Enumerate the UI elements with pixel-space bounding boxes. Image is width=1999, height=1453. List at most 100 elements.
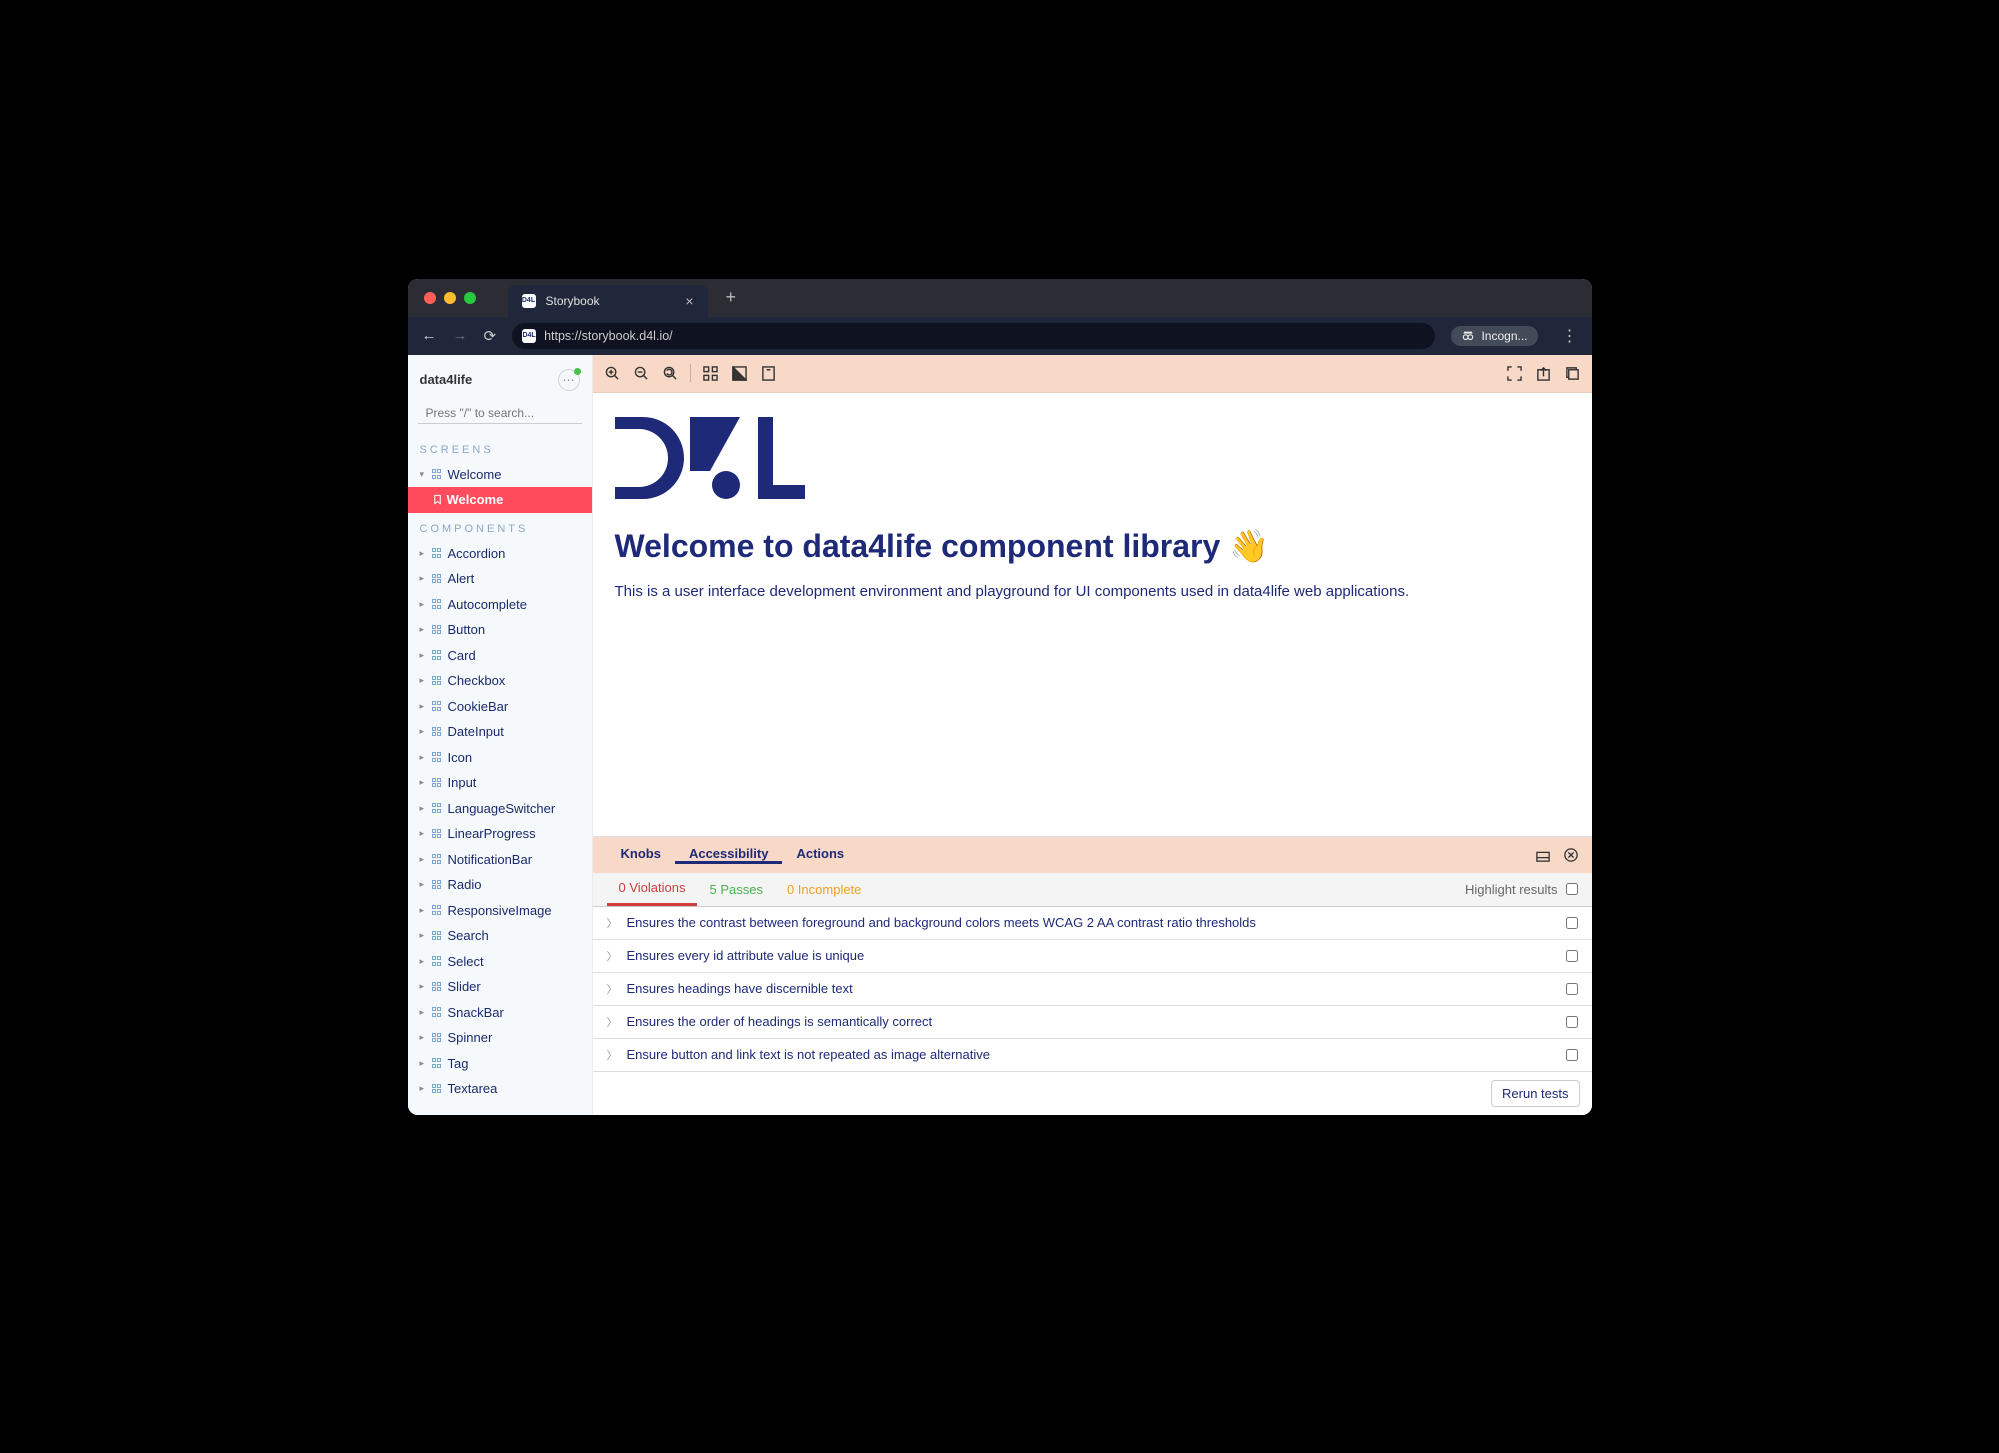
chevron-right-icon: 〉 [607, 915, 617, 931]
component-icon [432, 469, 442, 479]
viewport-button[interactable] [761, 366, 776, 381]
sidebar-item-label: DateInput [448, 722, 504, 742]
sidebar-item-checkbox[interactable]: ▸Checkbox [408, 668, 592, 694]
sidebar-item-alert[interactable]: ▸Alert [408, 566, 592, 592]
sidebar-item-welcome[interactable]: ▾Welcome [408, 462, 592, 488]
fullscreen-button[interactable] [1507, 366, 1522, 381]
result-checkbox[interactable] [1566, 917, 1578, 929]
addon-tab-accessibility[interactable]: Accessibility [675, 846, 783, 864]
result-checkbox[interactable] [1566, 950, 1578, 962]
sidebar-item-button[interactable]: ▸Button [408, 617, 592, 643]
component-icon [432, 548, 442, 558]
sidebar-item-label: Welcome [448, 465, 502, 485]
result-text: Ensures the order of headings is semanti… [627, 1014, 933, 1029]
component-icon [432, 676, 442, 686]
result-row[interactable]: 〉 Ensures the order of headings is semant… [593, 1006, 1592, 1039]
sidebar-item-languageswitcher[interactable]: ▸LanguageSwitcher [408, 796, 592, 822]
sidebar-item-label: SnackBar [448, 1003, 504, 1023]
sidebar-item-notificationbar[interactable]: ▸NotificationBar [408, 847, 592, 873]
component-icon [432, 727, 442, 737]
sidebar-item-label: Checkbox [448, 671, 506, 691]
result-row[interactable]: 〉Ensures headings have discernible text [593, 973, 1592, 1006]
search-input[interactable] [426, 406, 581, 420]
browser-tab[interactable]: D4L Storybook × [508, 285, 708, 317]
chevron-right-icon: ▸ [420, 547, 428, 561]
rerun-tests-button[interactable]: Rerun tests [1491, 1080, 1579, 1107]
sidebar-item-accordion[interactable]: ▸Accordion [408, 541, 592, 567]
result-checkbox[interactable] [1566, 983, 1578, 995]
address-bar[interactable]: D4L https://storybook.d4l.io/ [512, 323, 1435, 349]
maximize-window-button[interactable] [464, 292, 476, 304]
sidebar-menu-button[interactable]: ⋯ [558, 369, 580, 391]
close-tab-button[interactable]: × [685, 293, 693, 309]
sidebar-item-icon[interactable]: ▸Icon [408, 745, 592, 771]
sidebar-item-snackbar[interactable]: ▸SnackBar [408, 1000, 592, 1026]
result-row[interactable]: 〉Ensure button and link text is not repe… [593, 1039, 1592, 1072]
search-field[interactable] [418, 403, 582, 424]
close-window-button[interactable] [424, 292, 436, 304]
welcome-paragraph: This is a user interface development env… [615, 583, 1570, 600]
sidebar-item-dateinput[interactable]: ▸ DateInput [408, 719, 592, 745]
zoom-reset-button[interactable] [663, 366, 678, 381]
result-row[interactable]: 〉Ensures every id attribute value is uni… [593, 940, 1592, 973]
reload-button[interactable]: ⟳ [484, 327, 497, 345]
sidebar-item-slider[interactable]: ▸Slider [408, 974, 592, 1000]
chevron-right-icon: ▸ [420, 725, 428, 739]
zoom-in-button[interactable] [605, 366, 620, 381]
sidebar-item-responsiveimage[interactable]: ▸ResponsiveImage [408, 898, 592, 924]
violations-tab[interactable]: 0 Violations [607, 873, 698, 906]
grid-button[interactable] [703, 366, 718, 381]
background-button[interactable] [732, 366, 747, 381]
component-icon [432, 778, 442, 788]
component-icon [432, 625, 442, 635]
forward-button[interactable]: → [453, 327, 468, 344]
result-row[interactable]: 〉Ensures the contrast between foreground… [593, 907, 1592, 940]
sidebar-item-autocomplete[interactable]: ▸Autocomplete [408, 592, 592, 618]
result-text: Ensures every id attribute value is uniq… [627, 948, 865, 963]
sidebar-story-welcome[interactable]: Welcome [408, 487, 592, 513]
sidebar-item-label: NotificationBar [448, 850, 533, 870]
chevron-right-icon: ▸ [420, 827, 428, 841]
highlight-checkbox[interactable] [1566, 883, 1578, 895]
sidebar-item-spinner[interactable]: ▸Spinner [408, 1025, 592, 1051]
addons-panel: KnobsAccessibilityActions 0 Violations 5… [593, 836, 1592, 1115]
sidebar-item-radio[interactable]: ▸Radio [408, 872, 592, 898]
zoom-out-button[interactable] [634, 366, 649, 381]
browser-menu-button[interactable]: ⋮ [1562, 326, 1578, 346]
sidebar-item-label: LanguageSwitcher [448, 799, 556, 819]
incomplete-tab[interactable]: 0 Incomplete [775, 873, 873, 906]
component-icon [432, 905, 442, 915]
open-tab-button[interactable] [1536, 366, 1551, 381]
tab-title: Storybook [546, 294, 676, 308]
chevron-right-icon: 〉 [607, 1014, 617, 1030]
addon-tab-knobs[interactable]: Knobs [607, 846, 675, 861]
component-icon [432, 880, 442, 890]
passes-tab[interactable]: 5 Passes [697, 873, 774, 906]
sidebar-item-card[interactable]: ▸Card [408, 643, 592, 669]
close-addons-button[interactable] [1564, 848, 1578, 862]
back-button[interactable]: ← [422, 327, 437, 344]
result-checkbox[interactable] [1566, 1016, 1578, 1028]
sidebar-item-search[interactable]: ▸Search [408, 923, 592, 949]
sidebar-item-tag[interactable]: ▸Tag [408, 1051, 592, 1077]
component-icon [432, 701, 442, 711]
sidebar-item-label: Tag [448, 1054, 469, 1074]
component-icon [432, 1058, 442, 1068]
sidebar-item-textarea[interactable]: ▸Textarea [408, 1076, 592, 1102]
new-tab-button[interactable]: + [726, 287, 737, 308]
sidebar-item-select[interactable]: ▸Select [408, 949, 592, 975]
addon-tab-actions[interactable]: Actions [782, 846, 858, 861]
toolbar: ← → ⟳ D4L https://storybook.d4l.io/ Inco… [408, 317, 1592, 355]
result-checkbox[interactable] [1566, 1049, 1578, 1061]
chevron-right-icon: ▸ [420, 623, 428, 637]
sidebar-item-input[interactable]: ▸Input [408, 770, 592, 796]
sidebar-item-linearprogress[interactable]: ▸LinearProgress [408, 821, 592, 847]
browser-window: D4L Storybook × + ← → ⟳ D4L https://stor… [408, 279, 1592, 1115]
minimize-window-button[interactable] [444, 292, 456, 304]
sidebar-item-cookiebar[interactable]: ▸CookieBar [408, 694, 592, 720]
section-components: COMPONENTS [408, 513, 592, 541]
traffic-lights [424, 292, 476, 304]
component-icon [432, 956, 442, 966]
copy-link-button[interactable] [1565, 366, 1580, 381]
orientation-button[interactable] [1536, 848, 1550, 862]
